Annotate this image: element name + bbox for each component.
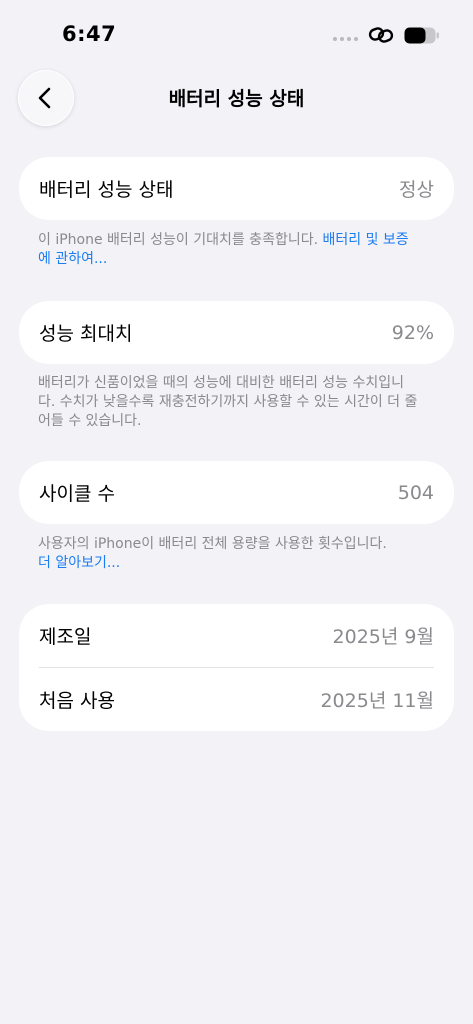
- link-icon: [368, 27, 394, 43]
- max-capacity-label: 성능 최대치: [39, 323, 133, 345]
- max-capacity-card: 성능 최대치 92%: [19, 301, 454, 364]
- max-capacity-footnote: 배터리가 신품이었을 때의 성능에 대비한 배터리 성능 수치입니다. 수치가 …: [38, 375, 418, 429]
- manufacture-date-label: 제조일: [39, 626, 92, 648]
- cycle-count-value: 504: [397, 481, 434, 504]
- cycle-count-footnote-text: 사용자의 iPhone이 배터리 전체 용량을 사용한 횟수입니다.: [38, 536, 387, 552]
- first-use-row: 처음 사용 2025년 11월: [19, 668, 454, 731]
- max-capacity-value: 92%: [391, 321, 434, 344]
- learn-more-link[interactable]: 더 알아보기...: [38, 554, 418, 573]
- battery-health-screen: 6:47 배터리 성능 상태 배터리 성능 상태 정상 이 iPhone 배터리…: [0, 0, 473, 1024]
- battery-health-footnote: 이 iPhone 배터리 성능이 기대치를 충족합니다. 배터리 및 보증에 관…: [38, 231, 418, 269]
- cycle-count-row: 사이클 수 504: [19, 461, 454, 524]
- battery-health-label: 배터리 성능 상태: [39, 179, 174, 201]
- page-title: 배터리 성능 상태: [168, 88, 305, 110]
- battery-icon: [404, 27, 439, 44]
- max-capacity-row: 성능 최대치 92%: [19, 301, 454, 364]
- battery-health-card: 배터리 성능 상태 정상: [19, 157, 454, 220]
- dates-card: 제조일 2025년 9월 처음 사용 2025년 11월: [19, 604, 454, 731]
- status-bar: 6:47: [0, 0, 473, 60]
- first-use-label: 처음 사용: [39, 690, 115, 712]
- cycle-count-label: 사이클 수: [39, 483, 115, 505]
- first-use-value: 2025년 11월: [320, 690, 434, 712]
- battery-health-footnote-text: 이 iPhone 배터리 성능이 기대치를 충족합니다.: [38, 232, 323, 248]
- status-time: 6:47: [62, 22, 117, 46]
- manufacture-date-row: 제조일 2025년 9월: [19, 604, 454, 667]
- cycle-count-card: 사이클 수 504: [19, 461, 454, 524]
- battery-health-value: 정상: [399, 179, 434, 201]
- cycle-count-footnote: 사용자의 iPhone이 배터리 전체 용량을 사용한 횟수입니다. 더 알아보…: [38, 535, 418, 573]
- battery-health-row: 배터리 성능 상태 정상: [19, 157, 454, 220]
- signal-dots-icon: [333, 37, 358, 41]
- manufacture-date-value: 2025년 9월: [332, 626, 434, 648]
